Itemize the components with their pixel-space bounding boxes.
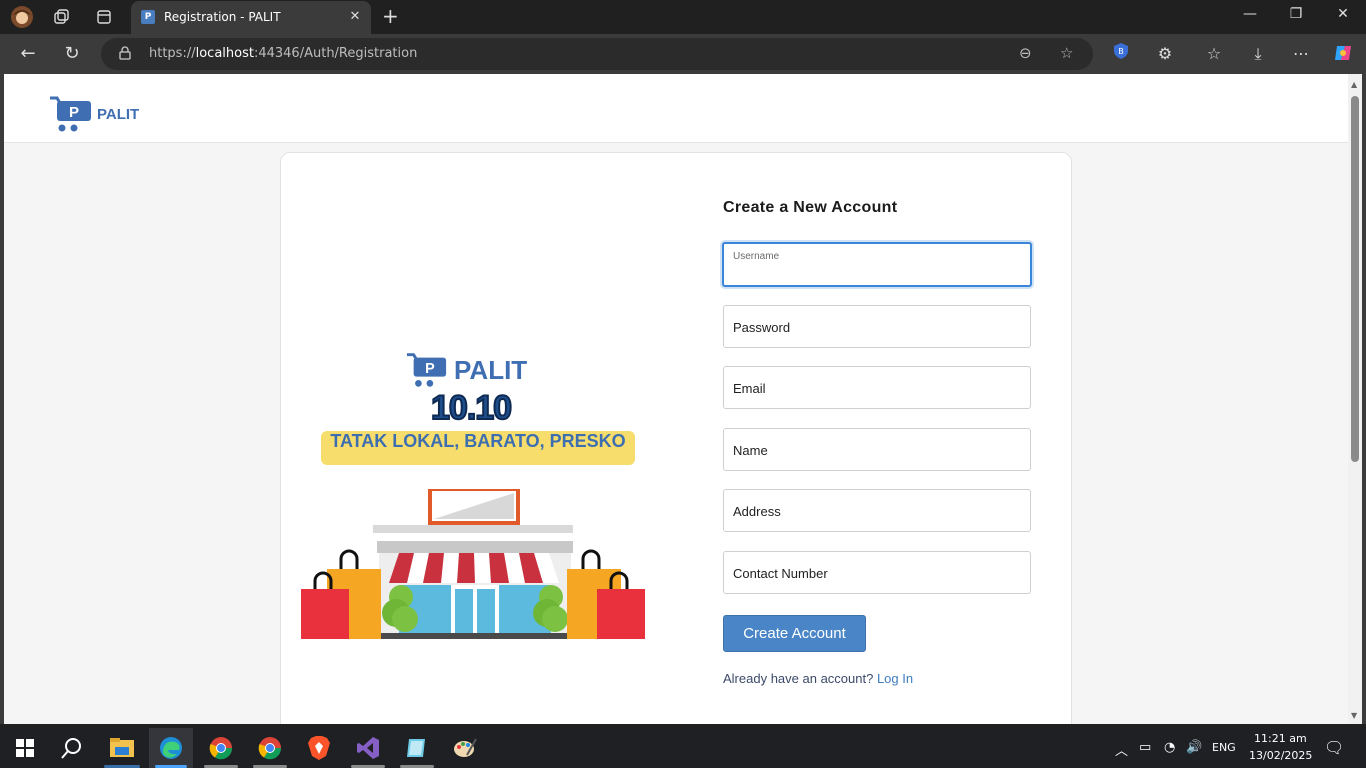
downloads-icon[interactable]: ⤓ [1247,43,1269,65]
zoom-icon[interactable]: ⊖ [1019,44,1032,62]
contact-number-label: Contact Number [733,566,828,581]
extensions-puzzle-icon[interactable]: ⚙ [1154,43,1176,65]
site-logo[interactable]: P PALIT [49,95,139,133]
logo-text: PALIT [97,105,140,123]
url-text[interactable]: https://localhost:44346/Auth/Registratio… [149,46,417,61]
name-field[interactable]: Name [723,428,1031,471]
workspaces-icon[interactable] [50,5,74,29]
password-label: Password [733,320,791,335]
create-account-button[interactable]: Create Account [723,615,866,652]
chrome-profile-icon[interactable] [258,736,282,760]
address-field[interactable]: Address [723,489,1031,532]
login-prompt-text: Already have an account? [723,671,874,686]
svg-text:P: P [69,104,79,121]
promo-illustration: P PALIT 10.10 TATAK LOKAL, BARATO, PRESK… [301,349,651,639]
window-border-right [1362,74,1366,724]
contact-number-field[interactable]: Contact Number [723,551,1031,594]
promo-tagline: TATAK LOKAL, BARATO, PRESKO [321,431,635,465]
notifications-icon[interactable]: 🗨 [1324,738,1344,757]
form-title: Create a New Account [723,199,898,216]
minimize-button[interactable]: — [1240,6,1260,22]
paint-app-icon[interactable] [453,736,477,760]
refresh-icon[interactable]: ↻ [61,43,83,65]
restore-button[interactable]: ❐ [1286,6,1306,22]
wifi-icon[interactable]: ◔ [1164,740,1175,755]
close-window-button[interactable]: ✕ [1333,6,1353,22]
copilot-icon[interactable] [1332,43,1354,69]
new-tab-button[interactable]: + [382,6,399,26]
edge-browser-icon[interactable] [159,736,183,760]
promo-brand: P PALIT [406,351,527,389]
storefront-icon [301,489,645,639]
favorite-star-icon[interactable]: ☆ [1060,44,1073,62]
language-indicator[interactable]: ENG [1212,741,1236,754]
browser-tab-active[interactable]: P Registration - PALIT ✕ [131,1,371,34]
tab-actions-icon[interactable] [92,5,116,29]
svg-text:B: B [1118,47,1124,56]
registration-card: P PALIT 10.10 TATAK LOKAL, BARATO, PRESK… [280,152,1072,724]
battery-icon[interactable]: ▭ [1139,740,1151,755]
promo-date: 10.10 [430,388,513,428]
email-field[interactable]: Email [723,366,1031,409]
visual-studio-icon[interactable] [356,736,380,760]
username-label: Username [733,251,780,262]
cart-logo-icon: P [50,96,91,132]
browser-titlebar: P Registration - PALIT ✕ + — ❐ ✕ [0,0,1366,34]
brave-browser-icon[interactable] [307,736,331,760]
clock-time[interactable]: 11:21 am [1254,732,1307,745]
scroll-down-icon[interactable]: ▼ [1351,711,1357,720]
notepad-app-icon[interactable] [404,736,428,760]
favorites-icon[interactable]: ☆ [1203,43,1225,65]
username-input[interactable] [733,264,1013,279]
promo-cart-icon: P [406,353,447,387]
browser-toolbar: ← ↻ https://localhost:44346/Auth/Registr… [0,34,1366,74]
back-icon[interactable]: ← [17,43,39,65]
more-menu-icon[interactable]: ⋯ [1290,43,1312,65]
chrome-icon[interactable] [209,736,233,760]
login-link[interactable]: Log In [877,671,913,686]
scroll-up-icon[interactable]: ▲ [1351,80,1357,89]
tab-close-icon[interactable]: ✕ [347,9,363,25]
scrollbar-thumb[interactable] [1351,96,1359,462]
search-icon[interactable] [60,736,84,760]
username-field[interactable]: Username [722,242,1032,287]
address-bar[interactable]: https://localhost:44346/Auth/Registratio… [101,38,1093,70]
address-label: Address [733,504,781,519]
name-label: Name [733,443,768,458]
registration-form: Create a New Account Username Password E… [722,199,1033,686]
tab-favicon: P [141,10,155,24]
tab-title: Registration - PALIT [164,10,281,24]
windows-taskbar: ︿ ▭ ◔ 🔊 ENG 11:21 am 13/02/2025 🗨 [0,728,1366,768]
url-host: localhost [195,46,254,61]
url-prefix: https:// [149,46,196,61]
lock-icon[interactable] [119,46,131,60]
login-prompt: Already have an account? Log In [723,671,913,686]
password-field[interactable]: Password [723,305,1031,348]
email-label: Email [733,381,766,396]
show-hidden-icons-icon[interactable]: ︿ [1115,740,1128,759]
start-windows-icon[interactable] [13,736,37,760]
site-header: P PALIT [4,74,1348,143]
page-viewport: P PALIT P PALIT 10.10 TATAK LOKAL, BARAT… [4,74,1348,724]
extension-icon[interactable]: B [1110,43,1132,65]
file-explorer-icon[interactable] [110,736,134,760]
profile-avatar[interactable] [10,5,34,29]
volume-icon[interactable]: 🔊 [1186,740,1202,755]
svg-text:P: P [425,361,435,377]
url-path: :44346/Auth/Registration [253,46,418,61]
clock-date[interactable]: 13/02/2025 [1249,749,1312,762]
page-scrollbar[interactable]: ▲ ▼ [1348,74,1362,724]
promo-brand-text: PALIT [454,354,528,385]
